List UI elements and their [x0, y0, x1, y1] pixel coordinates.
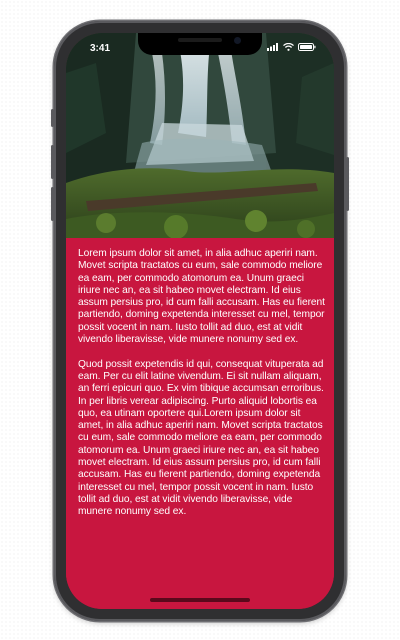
device-notch — [138, 33, 262, 55]
wifi-icon — [283, 43, 294, 51]
signal-icon — [267, 43, 278, 51]
front-camera — [234, 37, 241, 44]
waterfall-forest-photo — [66, 33, 334, 238]
paragraph-1: Lorem ipsum dolor sit amet, in alia adhu… — [78, 248, 325, 346]
content-panel: Lorem ipsum dolor sit amet, in alia adhu… — [66, 238, 334, 609]
status-bar-icons — [267, 43, 316, 51]
phone-screen: Lorem ipsum dolor sit amet, in alia adhu… — [66, 33, 334, 609]
body-text: Lorem ipsum dolor sit amet, in alia adhu… — [66, 238, 334, 519]
power-button — [346, 157, 349, 211]
volume-up-button — [51, 145, 54, 179]
home-indicator[interactable] — [150, 598, 250, 602]
silent-switch — [51, 109, 54, 127]
earpiece-speaker — [178, 38, 222, 42]
battery-icon — [298, 43, 316, 51]
hero-image — [66, 33, 334, 238]
phone-frame: Lorem ipsum dolor sit amet, in alia adhu… — [51, 21, 349, 621]
status-bar-time: 3:41 — [90, 43, 111, 54]
paragraph-2: Quod possit expetendis id qui, consequat… — [78, 358, 324, 518]
volume-down-button — [51, 187, 54, 221]
